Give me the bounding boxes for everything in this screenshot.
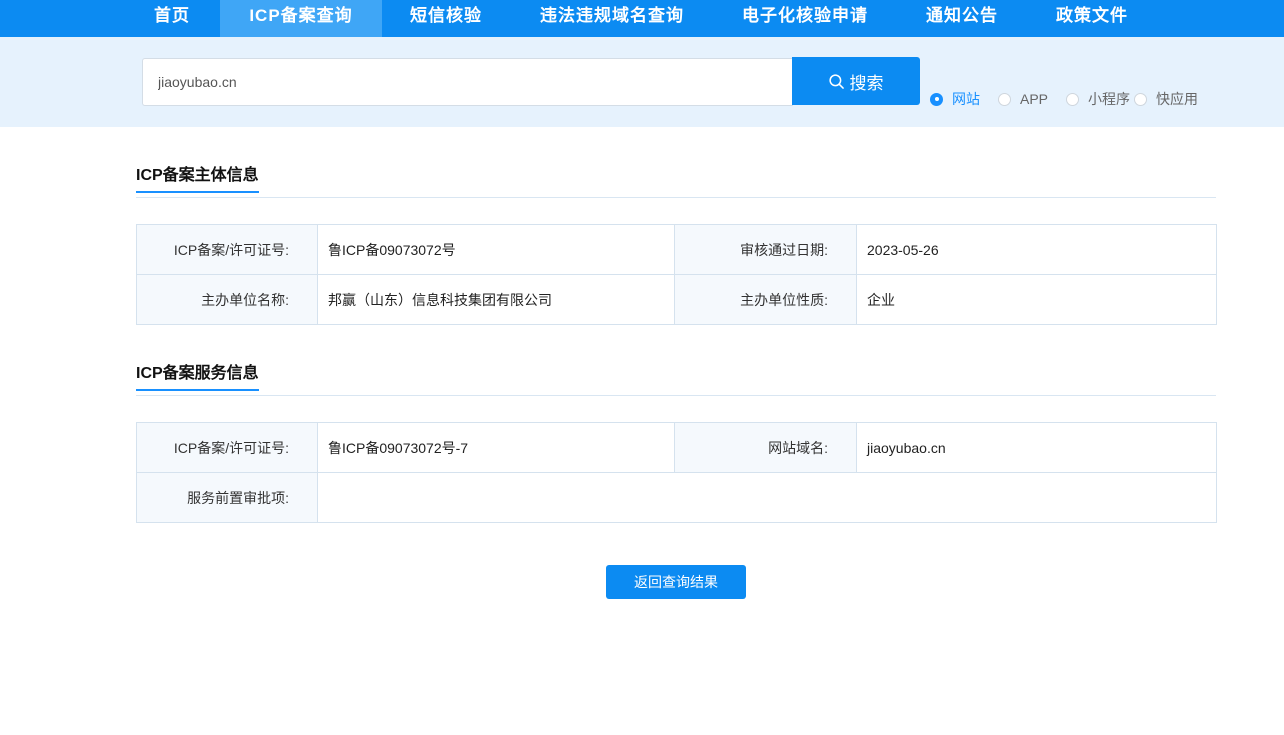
nav-item-notices[interactable]: 通知公告 [914, 0, 1010, 37]
table-row: 服务前置审批项: [136, 472, 1217, 523]
back-to-results-button[interactable]: 返回查询结果 [606, 565, 746, 599]
search-button-label: 搜索 [849, 73, 884, 93]
table-row: 主办单位名称: 邦赢（山东）信息科技集团有限公司 主办单位性质: 企业 [136, 274, 1217, 325]
radio-app[interactable]: APP [998, 90, 1048, 108]
organizer-name-value: 邦赢（山东）信息科技集团有限公司 [317, 274, 675, 325]
radio-label-quick-app: 快应用 [1156, 91, 1198, 107]
search-icon [828, 73, 844, 89]
domain-value: jiaoyubao.cn [856, 422, 1217, 473]
organizer-nature-value: 企业 [856, 274, 1217, 325]
service-info-table: ICP备案/许可证号: 鲁ICP备09073072号-7 网站域名: jiaoy… [136, 422, 1217, 523]
subject-info-title: ICP备案主体信息 [136, 161, 259, 193]
nav-item-e-verify-apply[interactable]: 电子化核验申请 [730, 0, 880, 37]
section-divider [136, 395, 1216, 396]
table-row: ICP备案/许可证号: 鲁ICP备09073072号-7 网站域名: jiaoy… [136, 422, 1217, 473]
nav-item-illegal-domain-query[interactable]: 违法违规域名查询 [528, 0, 696, 37]
search-band: 搜索 网站 APP 小程序 快应用 [0, 37, 1284, 127]
section-divider [136, 197, 1216, 198]
table-row: ICP备案/许可证号: 鲁ICP备09073072号 审核通过日期: 2023-… [136, 224, 1217, 275]
nav-item-sms-verify[interactable]: 短信核验 [398, 0, 494, 37]
approval-date-value: 2023-05-26 [856, 224, 1217, 275]
radio-label-mini-program: 小程序 [1088, 91, 1130, 107]
license-value: 鲁ICP备09073072号 [317, 224, 675, 275]
nav-item-icp-query[interactable]: ICP备案查询 [220, 0, 382, 37]
nav-item-policy-docs[interactable]: 政策文件 [1044, 0, 1140, 37]
service-info-title: ICP备案服务信息 [136, 359, 259, 391]
service-license-label: ICP备案/许可证号: [136, 422, 318, 473]
organizer-nature-label: 主办单位性质: [674, 274, 857, 325]
top-nav: 首页 ICP备案查询 短信核验 违法违规域名查询 电子化核验申请 通知公告 政策… [0, 0, 1284, 37]
radio-checked-icon [930, 92, 943, 106]
radio-unchecked-icon [998, 92, 1011, 106]
radio-label-app: APP [1020, 91, 1049, 107]
approval-date-label: 审核通过日期: [674, 224, 857, 275]
radio-quick-app[interactable]: 快应用 [1134, 90, 1198, 108]
organizer-name-label: 主办单位名称: [136, 274, 318, 325]
radio-unchecked-icon [1134, 92, 1147, 106]
radio-label-website: 网站 [952, 91, 980, 107]
subject-info-table: ICP备案/许可证号: 鲁ICP备09073072号 审核通过日期: 2023-… [136, 224, 1217, 325]
search-button[interactable]: 搜索 [792, 57, 920, 105]
search-input[interactable] [142, 58, 793, 106]
radio-mini-program[interactable]: 小程序 [1066, 90, 1130, 108]
nav-item-home[interactable]: 首页 [128, 0, 216, 37]
radio-unchecked-icon [1066, 92, 1079, 106]
service-license-value: 鲁ICP备09073072号-7 [317, 422, 675, 473]
license-label: ICP备案/许可证号: [136, 224, 318, 275]
pre-approval-value [317, 472, 1217, 523]
pre-approval-label: 服务前置审批项: [136, 472, 318, 523]
domain-label: 网站域名: [674, 422, 857, 473]
radio-website[interactable]: 网站 [930, 90, 980, 108]
